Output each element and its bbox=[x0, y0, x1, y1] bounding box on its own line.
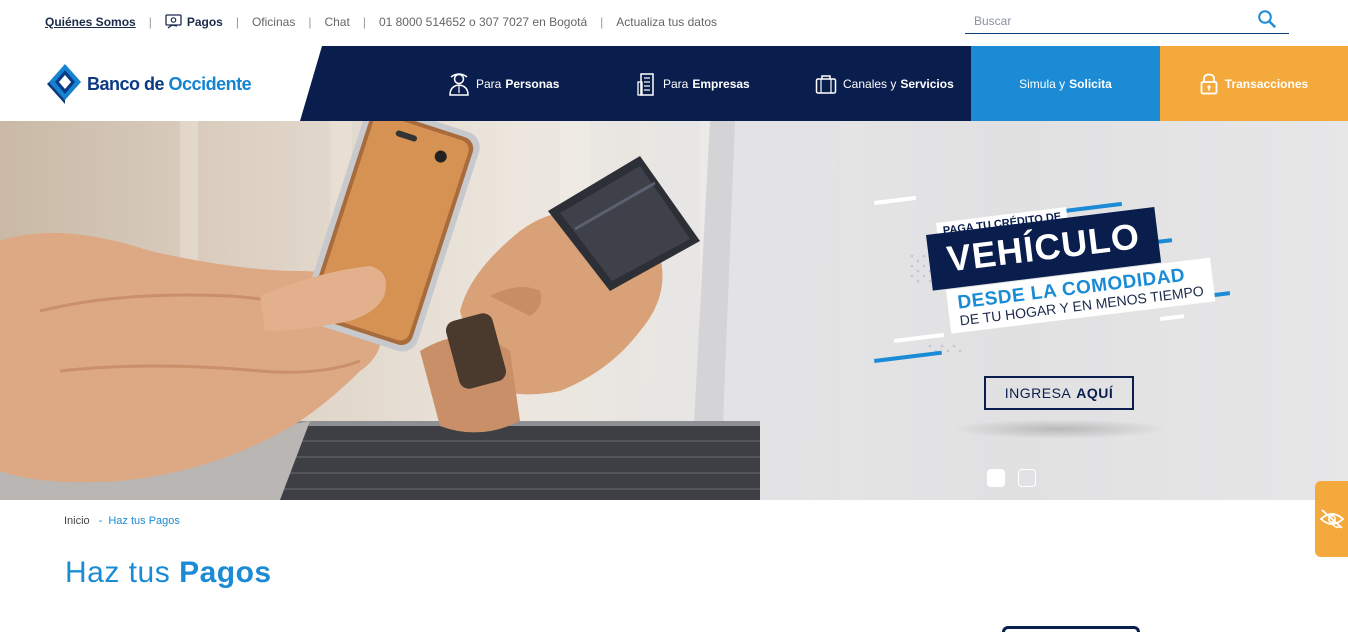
breadcrumb-sep: - bbox=[98, 515, 103, 527]
bank-logo[interactable]: Banco de Occidente bbox=[47, 62, 252, 106]
link-pagos-label: Pagos bbox=[186, 15, 223, 29]
cta-shadow bbox=[950, 419, 1170, 439]
link-pagos[interactable]: Pagos bbox=[165, 14, 223, 29]
briefcase-icon bbox=[815, 74, 837, 94]
accessibility-tab[interactable] bbox=[1315, 481, 1348, 557]
nav-para-personas[interactable]: Para Personas bbox=[448, 46, 559, 121]
nav-personas-pre: Para bbox=[476, 76, 502, 91]
nav-canales-bold: Servicios bbox=[900, 76, 954, 91]
search-input[interactable] bbox=[974, 14, 1244, 28]
person-icon bbox=[449, 72, 469, 96]
phone-numbers[interactable]: 01 8000 514652 o 307 7027 en Bogotá bbox=[379, 15, 587, 29]
search-box bbox=[965, 8, 1289, 34]
promo-deco-line bbox=[874, 350, 942, 363]
promo-deco-line bbox=[1160, 314, 1185, 321]
page-title-bold: Pagos bbox=[179, 556, 272, 589]
page: Quiénes Somos | Pagos | Oficinas | Chat … bbox=[0, 0, 1348, 632]
logo-text-part1: Banco de bbox=[87, 73, 165, 94]
breadcrumb-home[interactable]: Inicio bbox=[64, 515, 90, 527]
logo-text: Banco de Occidente bbox=[87, 73, 252, 95]
cta-pre: INGRESA bbox=[1004, 385, 1072, 401]
page-title-light: Haz tus bbox=[65, 556, 171, 589]
separator: | bbox=[148, 14, 152, 29]
nav-personas-bold: Personas bbox=[505, 76, 560, 91]
ingresa-aqui-button[interactable]: INGRESA AQUÍ bbox=[984, 376, 1134, 410]
promo-deco-line bbox=[894, 332, 945, 343]
slider-dot-2[interactable] bbox=[1018, 469, 1036, 487]
hero-banner[interactable]: PAGA TU CRÉDITO DE VEHÍCULO DESDE LA COM… bbox=[0, 121, 1348, 500]
nav-para-empresas[interactable]: Para Empresas bbox=[637, 46, 750, 121]
promo-block: PAGA TU CRÉDITO DE VEHÍCULO DESDE LA COM… bbox=[870, 195, 1240, 369]
page-title: Haz tus Pagos bbox=[65, 556, 272, 590]
link-quienes-somos[interactable]: Quiénes Somos bbox=[45, 15, 136, 29]
nav-canales-servicios[interactable]: Canales y Servicios bbox=[815, 46, 954, 121]
nav-simula-solicita[interactable]: Simula y Solicita bbox=[971, 46, 1160, 121]
slider-dot-1[interactable] bbox=[987, 469, 1005, 487]
link-oficinas[interactable]: Oficinas bbox=[252, 15, 295, 29]
nav-transacciones-label: Transacciones bbox=[1224, 76, 1309, 91]
payment-hand-icon bbox=[165, 14, 182, 29]
partial-button-below-fold[interactable] bbox=[1002, 626, 1140, 632]
lock-icon bbox=[1200, 73, 1218, 94]
utility-bar: Quiénes Somos | Pagos | Oficinas | Chat … bbox=[0, 0, 1348, 46]
nav-transacciones[interactable]: Transacciones bbox=[1160, 46, 1348, 121]
separator: | bbox=[362, 14, 366, 29]
nav-empresas-pre: Para bbox=[663, 76, 689, 91]
slider-dots bbox=[987, 469, 1049, 487]
separator: | bbox=[600, 14, 604, 29]
main-navigation: Banco de Occidente Para Personas Para Empr… bbox=[0, 46, 1348, 121]
separator: | bbox=[235, 14, 239, 29]
separator: | bbox=[308, 14, 312, 29]
building-icon bbox=[637, 72, 654, 96]
link-actualiza-datos[interactable]: Actualiza tus datos bbox=[616, 15, 717, 29]
eye-hand-icon bbox=[1319, 509, 1344, 529]
logo-text-part2: Occidente bbox=[168, 73, 252, 94]
logo-diamond-icon bbox=[47, 64, 81, 104]
link-chat[interactable]: Chat bbox=[324, 15, 349, 29]
cta-bold: AQUÍ bbox=[1076, 385, 1114, 401]
utility-links: Quiénes Somos | Pagos | Oficinas | Chat … bbox=[45, 14, 717, 29]
breadcrumb: Inicio - Haz tus Pagos bbox=[64, 515, 180, 527]
nav-empresas-bold: Empresas bbox=[692, 76, 750, 91]
nav-canales-pre: Canales y bbox=[843, 76, 897, 91]
nav-simula-pre: Simula y bbox=[1019, 76, 1066, 91]
breadcrumb-current[interactable]: Haz tus Pagos bbox=[108, 515, 180, 527]
nav-simula-bold: Solicita bbox=[1069, 76, 1112, 91]
search-icon[interactable] bbox=[1257, 9, 1277, 29]
